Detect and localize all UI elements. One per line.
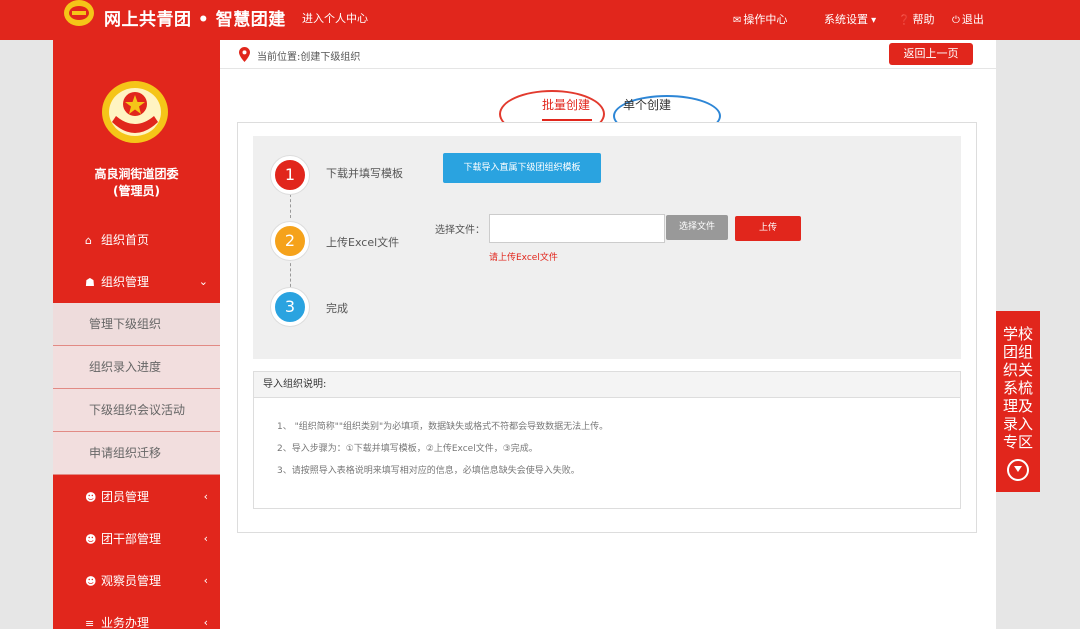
- chevron-left-icon: ‹: [203, 532, 208, 545]
- ops-center-label: 操作中心: [743, 13, 788, 26]
- chevron-left-icon: ‹: [203, 574, 208, 587]
- download-template-button[interactable]: 下载导入直属下级团组织模板: [443, 153, 601, 183]
- brand-title: 网上共青团 • 智慧团建: [104, 10, 286, 30]
- location-pin-icon: [239, 47, 250, 62]
- sidebar-item-member-manage[interactable]: ☻ 团员管理 ‹: [53, 476, 220, 518]
- sidebar-subitem-manage-sub-orgs[interactable]: 管理下级组织: [53, 303, 220, 346]
- upload-hint: 请上传Excel文件: [489, 253, 558, 263]
- step-3-badge: 3: [271, 288, 309, 326]
- top-nav: ✉ 操作中心 系统设置 ▾ ❓ 帮助 ⏻ 退出: [720, 0, 1080, 40]
- main-content: 当前位置:创建下级组织 返回上一页 批量创建 单个创建 1 下载并填写模板 2 …: [220, 40, 996, 629]
- tab-batch-create[interactable]: 批量创建: [542, 96, 590, 113]
- chevron-left-icon: ‹: [203, 616, 208, 629]
- step-connector: [290, 258, 291, 292]
- file-label: 选择文件：: [435, 225, 485, 236]
- envelope-icon: ✉: [733, 15, 742, 26]
- sidebar-subitem-org-transfer[interactable]: 申请组织迁移: [53, 432, 220, 475]
- sidebar: 高良涧街道团委 (管理员) ⌂ 组织首页 ☗ 组织管理 ⌄ 管理下级组织 组织录入进…: [53, 40, 220, 629]
- sidebar-item-observer-manage[interactable]: ☻ 观察员管理 ‹: [53, 560, 220, 602]
- step-1-badge: 1: [271, 156, 309, 194]
- upload-button[interactable]: 上传: [735, 216, 801, 241]
- caret-down-icon: ▾: [868, 15, 877, 26]
- sitemap-icon: ☗: [85, 276, 95, 289]
- sidebar-item-org-manage[interactable]: ☗ 组织管理 ⌄: [53, 261, 220, 303]
- ops-center-link[interactable]: ✉ 操作中心: [733, 11, 787, 27]
- sidebar-item-label: 观察员管理: [101, 574, 162, 588]
- import-notes-panel: 导入组织说明: 1、 "组织简称""组织类别"为必填项，数据缺失或格式不符都会导…: [253, 371, 961, 509]
- import-note-line: 1、 "组织简称""组织类别"为必填项，数据缺失或格式不符都会导致数据无法上传。: [277, 422, 609, 432]
- users-icon: ☻: [85, 575, 97, 588]
- users-icon: ☻: [85, 491, 97, 504]
- sidebar-item-label: 组织管理: [101, 275, 150, 289]
- org-name: 高良涧街道团委: [94, 167, 179, 181]
- create-tabs: 批量创建 单个创建: [220, 90, 996, 138]
- help-label: 帮助: [912, 13, 935, 26]
- import-note-line: 2、导入步骤为：①下载并填写模板，②上传Excel文件，③完成。: [277, 444, 538, 454]
- sidebar-item-label: 团员管理: [101, 490, 150, 504]
- league-logo-icon: [64, 0, 94, 26]
- import-notes-title: 导入组织说明:: [254, 372, 960, 398]
- personal-center-link[interactable]: 进入个人中心: [302, 10, 368, 26]
- step-2-badge: 2: [271, 222, 309, 260]
- top-header: 网上共青团 • 智慧团建 进入个人中心 ✉ 操作中心 系统设置 ▾ ❓ 帮助 ⏻ 退出: [0, 0, 1080, 40]
- step-3-label: 完成: [326, 302, 348, 315]
- sidebar-item-label: 团干部管理: [101, 532, 162, 546]
- logout-link[interactable]: ⏻ 退出: [952, 11, 984, 27]
- settings-dropdown[interactable]: 系统设置 ▾: [824, 11, 878, 27]
- sidebar-item-cadre-manage[interactable]: ☻ 团干部管理 ‹: [53, 518, 220, 560]
- users-icon: ☻: [85, 533, 97, 546]
- breadcrumb: 当前位置:创建下级组织: [257, 52, 361, 63]
- tab-single-create[interactable]: 单个创建: [623, 96, 671, 113]
- chevron-left-icon: ‹: [203, 490, 208, 503]
- file-path-field[interactable]: [489, 214, 665, 243]
- breadcrumb-bar: 当前位置:创建下级组织 返回上一页: [220, 40, 996, 69]
- school-org-side-tab[interactable]: 学校团组织关系梳理及录入专区: [996, 311, 1040, 492]
- sidebar-subitem-entry-progress[interactable]: 组织录入进度: [53, 346, 220, 389]
- step-1-label: 下载并填写模板: [326, 167, 403, 180]
- logout-label: 退出: [961, 13, 984, 26]
- steps-panel: 1 下载并填写模板 2 上传Excel文件 3 完成 下载导入直属下级团组织模板…: [253, 136, 961, 359]
- active-tab-underline: [542, 119, 592, 121]
- sidebar-subitem-meeting-activities[interactable]: 下级组织会议活动: [53, 389, 220, 432]
- home-icon: ⌂: [85, 234, 92, 247]
- choose-file-button[interactable]: 选择文件: [666, 215, 728, 240]
- chevron-down-icon: ⌄: [198, 275, 208, 288]
- sidebar-item-org-home[interactable]: ⌂ 组织首页: [53, 219, 220, 261]
- help-link[interactable]: ❓ 帮助: [898, 11, 934, 27]
- batch-create-panel: 1 下载并填写模板 2 上传Excel文件 3 完成 下载导入直属下级团组织模板…: [237, 122, 977, 533]
- sidebar-item-label: 组织首页: [101, 233, 150, 247]
- settings-label: 系统设置: [824, 13, 868, 26]
- sidebar-item-label: 业务办理: [101, 616, 150, 629]
- help-icon: ❓: [898, 15, 911, 26]
- league-emblem-icon: [102, 81, 168, 143]
- step-2-label: 上传Excel文件: [326, 236, 400, 249]
- import-note-line: 3、请按照导入表格说明来填写相对应的信息，必填信息缺失会使导入失败。: [277, 466, 580, 476]
- list-icon: ≡: [85, 617, 95, 629]
- side-tab-label: 学校团组织关系梳理及录入专区: [1002, 325, 1033, 451]
- sidebar-item-business[interactable]: ≡ 业务办理 ‹: [53, 602, 220, 629]
- chevron-circle-down-icon[interactable]: [1007, 459, 1029, 481]
- org-role: (管理员): [113, 184, 160, 198]
- back-button[interactable]: 返回上一页: [889, 43, 973, 65]
- power-icon: ⏻: [952, 15, 960, 26]
